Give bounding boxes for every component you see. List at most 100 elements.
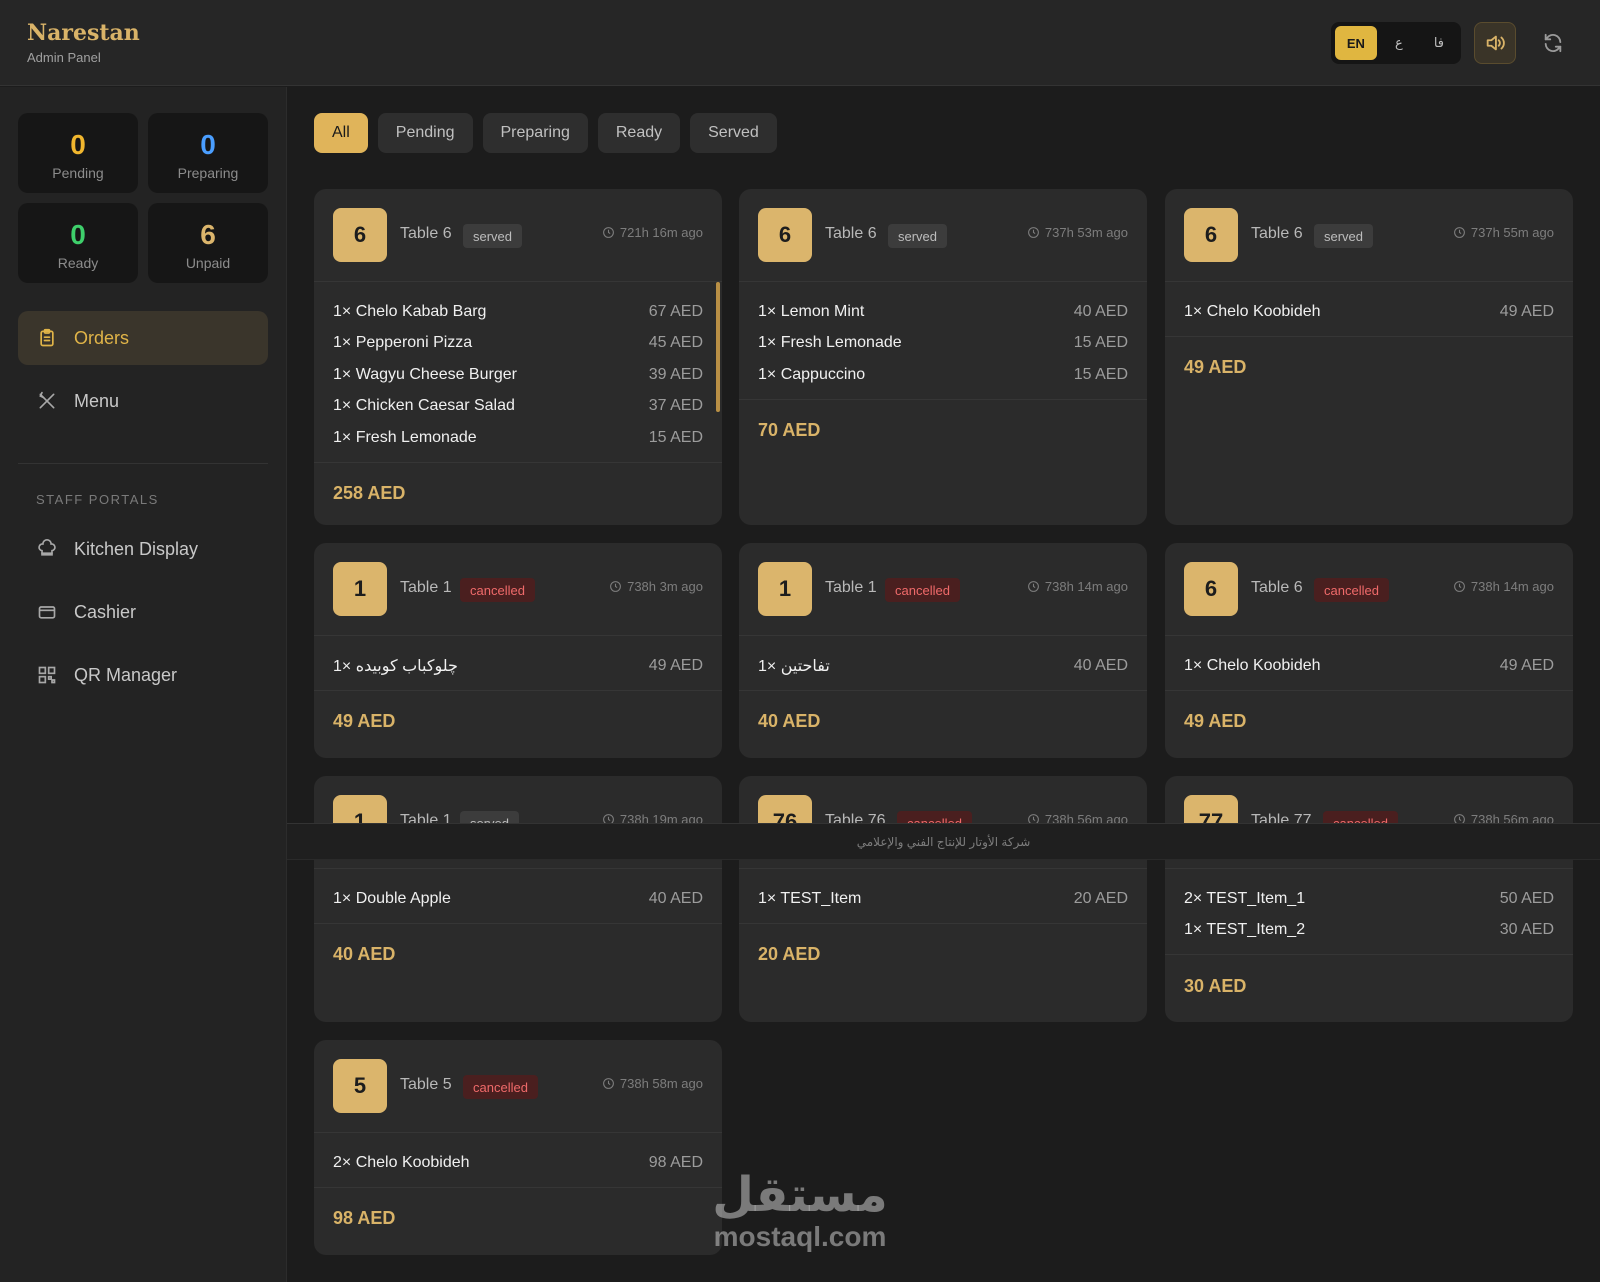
order-item: 1× چلوکباب کوبیده 49 AED [333,650,703,682]
order-age: 738h 58m ago [602,1076,703,1091]
watermark-arabic: مستقل [712,1169,888,1222]
order-card[interactable]: 76 Table 76 cancelled 738h 56m ago 1× TE… [739,776,1147,1022]
order-item: 1× Chicken Caesar Salad 37 AED [333,391,703,423]
item-name: 1× Lemon Mint [758,302,865,320]
nav-kitchen-display[interactable]: Kitchen Display [18,522,268,576]
order-total: 70 AED [758,420,821,440]
table-name: Table 6 [825,225,877,242]
filter-pending[interactable]: Pending [377,113,473,153]
watermark-latin: mostaql.com [713,1221,887,1252]
status-badge: cancelled [460,578,535,602]
chef-hat-icon [36,538,58,560]
clock-icon [602,1078,614,1089]
status-badge: cancelled [1314,578,1389,602]
order-items-list: 2× Chelo Koobideh 98 AED [314,1133,722,1188]
order-items-list: 1× TEST_Item 20 AED [739,869,1147,924]
order-item: 1× Lemon Mint 40 AED [758,296,1128,328]
order-items-list: 1× تفاحتين 40 AED [739,636,1147,691]
order-total: 40 AED [333,944,396,964]
order-card[interactable]: 6 Table 6 served 737h 53m ago 1× Lemon M… [739,189,1147,525]
item-price: 49 AED [1499,302,1554,320]
qr-code-icon [36,664,58,686]
status-badge: served [888,224,948,248]
order-item: 1× Wagyu Cheese Burger 39 AED [333,359,703,391]
item-name: 1× Chelo Koobideh [1184,302,1321,320]
table-number-badge: 1 [758,562,812,616]
item-name: 1× چلوکباب کوبیده [333,657,458,675]
nav-label: Orders [74,327,130,348]
order-card[interactable]: 5 Table 5 cancelled 738h 58m ago 2× Chel… [314,1040,722,1255]
nav-label: Kitchen Display [74,538,199,559]
order-items-list: 1× Chelo Koobideh 49 AED [1165,636,1573,691]
filter-all[interactable]: All [314,113,368,153]
section-label: STAFF PORTALS [36,492,159,507]
items-scrollbar[interactable] [716,282,720,412]
nav-orders[interactable]: Orders [18,311,268,365]
nav-menu[interactable]: Menu [18,374,268,428]
table-number-badge: 6 [1184,562,1238,616]
clipboard-icon [36,327,58,349]
age-text: 721h 16m ago [619,225,703,240]
item-price: 40 AED [648,889,703,907]
nav-cashier[interactable]: Cashier [18,585,268,639]
order-card[interactable]: 6 Table 6 cancelled 738h 14m ago 1× Chel… [1165,543,1573,758]
filter-preparing[interactable]: Preparing [482,113,588,153]
stat-ready[interactable]: 0 Ready [18,203,138,283]
age-text: 738h 58m ago [619,1076,703,1091]
lang-en-button[interactable]: EN [1335,26,1377,60]
order-total: 20 AED [758,944,821,964]
stat-value: 0 [200,129,216,160]
lang-ar-button[interactable]: ع [1381,26,1417,60]
order-item: 1× Chelo Kabab Barg 67 AED [333,296,703,328]
order-item: 1× Chelo Koobideh 49 AED [1184,650,1554,682]
stat-value: 0 [70,219,86,250]
order-items-list: 1× Double Apple 40 AED [314,869,722,924]
order-total: 98 AED [333,1208,396,1228]
order-card[interactable]: 1 Table 1 cancelled 738h 3m ago 1× چلوکب… [314,543,722,758]
sidebar-divider [18,463,268,464]
clock-icon [1453,581,1465,592]
sound-toggle-button[interactable] [1474,22,1516,64]
age-text: 738h 3m ago [627,579,703,594]
item-name: 1× Fresh Lemonade [758,334,902,352]
item-price: 40 AED [1073,656,1128,674]
order-card[interactable]: 1 Table 1 cancelled 738h 14m ago 1× تفاح… [739,543,1147,758]
nav-qr-manager[interactable]: QR Manager [18,648,268,702]
clock-icon [602,227,614,238]
stat-label: Pending [52,165,104,181]
order-item: 1× TEST_Item 20 AED [758,883,1128,915]
order-card[interactable]: 6 Table 6 served 721h 16m ago 1× Chelo K… [314,189,722,525]
order-card[interactable]: 77 Table 77 cancelled 738h 56m ago 2× TE… [1165,776,1573,1022]
refresh-button[interactable] [1532,22,1574,64]
status-badge: served [463,224,523,248]
credit-card-icon [36,601,58,623]
order-card[interactable]: 6 Table 6 served 737h 55m ago 1× Chelo K… [1165,189,1573,525]
stat-pending[interactable]: 0 Pending [18,113,138,193]
order-card-header: 6 Table 6 served 721h 16m ago [314,189,722,282]
order-items-list: 1× Chelo Koobideh 49 AED [1165,282,1573,337]
order-card-header: 1 Table 1 cancelled 738h 14m ago [739,543,1147,636]
order-item: 1× Fresh Lemonade 15 AED [758,328,1128,360]
order-card[interactable]: 1 Table 1 served 738h 19m ago 1× Double … [314,776,722,1022]
table-number-badge: 6 [333,208,387,262]
sidebar: 0 Pending 0 Preparing 0 Ready 6 Unpaid O… [0,87,287,1282]
table-number-badge: 6 [758,208,812,262]
item-name: 1× TEST_Item [758,889,862,907]
refresh-icon [1544,33,1562,53]
order-item: 1× Cappuccino 15 AED [758,359,1128,391]
item-name: 1× Chelo Kabab Barg [333,302,487,320]
stat-preparing[interactable]: 0 Preparing [148,113,268,193]
item-name: 1× تفاحتين [758,657,830,675]
stat-unpaid[interactable]: 6 Unpaid [148,203,268,283]
nav-label: Cashier [74,601,137,622]
top-header: Narestan Admin Panel EN ع فا [0,0,1600,86]
watermark: مستقل mostaql.com [700,1170,900,1252]
order-total: 49 AED [1184,357,1247,377]
filter-served[interactable]: Served [690,113,777,153]
lang-fa-button[interactable]: فا [1421,26,1457,60]
clock-icon [1027,227,1039,238]
table-name: Table 6 [1251,579,1303,596]
overlay-caption: شركة الأوتار للإنتاج الفني والإعلامي [287,823,1600,860]
filter-ready[interactable]: Ready [597,113,681,153]
order-age: 737h 53m ago [1027,225,1128,240]
